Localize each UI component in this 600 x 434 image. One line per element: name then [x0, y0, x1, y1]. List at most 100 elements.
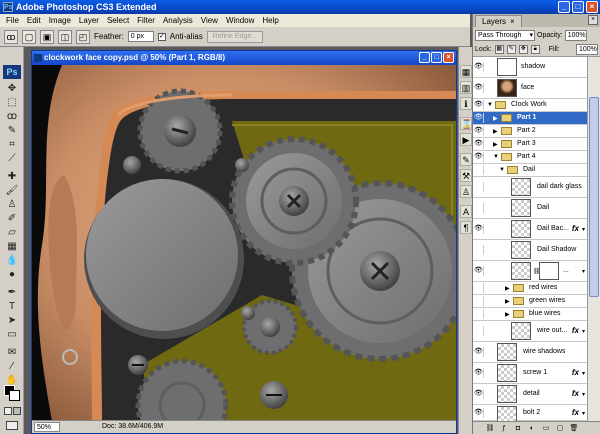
layers-scrollbar[interactable]: [587, 57, 600, 421]
character-palette-icon[interactable]: A: [460, 205, 472, 218]
visibility-eye-icon[interactable]: 👁: [474, 100, 484, 110]
menu-window[interactable]: Window: [222, 16, 258, 25]
layer-group-row[interactable]: 👁 ▼ Part 4: [473, 151, 587, 164]
eyedropper-tool-icon[interactable]: ⁄: [5, 361, 19, 373]
history-brush-tool-icon[interactable]: ✐: [5, 213, 19, 225]
layer-mask-thumbnail[interactable]: [539, 262, 559, 280]
visibility-eye-empty[interactable]: [474, 296, 484, 306]
expand-arrow-icon[interactable]: ▼: [493, 154, 499, 160]
layer-effects-icon[interactable]: fx: [572, 368, 579, 377]
menu-file[interactable]: File: [2, 16, 23, 25]
menu-layer[interactable]: Layer: [75, 16, 103, 25]
layer-style-icon[interactable]: ƒ: [499, 424, 509, 433]
fill-input[interactable]: 100%: [576, 44, 598, 55]
visibility-eye-empty[interactable]: [474, 326, 484, 336]
visibility-eye-empty[interactable]: [474, 283, 484, 293]
blend-mode-select[interactable]: Pass Through: [475, 29, 535, 41]
paragraph-palette-icon[interactable]: ¶: [460, 221, 472, 234]
background-color-swatch[interactable]: [9, 390, 20, 401]
history-palette-icon[interactable]: ⌛: [460, 117, 472, 130]
type-tool-icon[interactable]: T: [5, 301, 19, 313]
visibility-eye-icon[interactable]: 👁: [474, 62, 484, 72]
visibility-eye-icon[interactable]: 👁: [474, 347, 484, 357]
effects-toggle-arrow-icon[interactable]: ▾: [582, 268, 585, 275]
lock-transparency-icon[interactable]: ▦: [494, 45, 504, 54]
clone-source-palette-icon[interactable]: ♙: [460, 185, 472, 198]
layer-group-row[interactable]: ▶ blue wires: [473, 308, 587, 321]
add-to-selection-icon[interactable]: ▣: [40, 29, 54, 44]
layer-row[interactable]: 👁 shadow: [473, 57, 587, 78]
layer-row[interactable]: 👁 Dail Bac... fx ▾: [473, 219, 587, 240]
visibility-eye-empty[interactable]: [474, 203, 484, 213]
visibility-eye-icon[interactable]: 👁: [474, 126, 484, 136]
image-canvas[interactable]: [32, 65, 456, 421]
layer-row[interactable]: Dail: [473, 198, 587, 219]
visibility-eye-icon[interactable]: 👁: [474, 408, 484, 418]
quick-selection-tool-icon[interactable]: ✎: [5, 125, 19, 137]
quick-mask-mode-icon[interactable]: [13, 407, 21, 415]
menu-select[interactable]: Select: [103, 16, 133, 25]
menu-filter[interactable]: Filter: [133, 16, 159, 25]
document-minimize-button[interactable]: _: [419, 52, 430, 63]
layer-list[interactable]: 👁 shadow 👁 face 👁 ▼ Clock Work 👁 ▶ Part …: [473, 57, 587, 421]
effects-toggle-arrow-icon[interactable]: ▾: [582, 370, 585, 377]
zoom-level-field[interactable]: 50%: [34, 422, 60, 432]
menu-analysis[interactable]: Analysis: [159, 16, 197, 25]
menu-view[interactable]: View: [197, 16, 222, 25]
adjustment-layer-icon[interactable]: ◐: [527, 424, 537, 433]
menu-edit[interactable]: Edit: [23, 16, 45, 25]
minimize-button[interactable]: _: [558, 1, 570, 13]
delete-layer-icon[interactable]: 🗑: [569, 424, 579, 433]
subtract-from-selection-icon[interactable]: ◫: [58, 29, 72, 44]
tab-close-icon[interactable]: ×: [510, 17, 515, 26]
layer-row[interactable]: 👁 bolt 2 fx ▾: [473, 405, 587, 421]
layer-row[interactable]: 👁 face: [473, 78, 587, 99]
layer-group-row[interactable]: ▼ Dail: [473, 164, 587, 177]
lasso-tool-preset-icon[interactable]: ꝏ: [4, 29, 18, 44]
document-size-readout[interactable]: Doc: 38.6M/406.9M: [62, 421, 163, 433]
layer-row[interactable]: dail dark glass: [473, 177, 587, 198]
collapse-arrow-icon[interactable]: ▶: [493, 128, 498, 135]
layer-group-row[interactable]: 👁 ▼ Clock Work: [473, 99, 587, 112]
layer-group-row[interactable]: ▶ green wires: [473, 295, 587, 308]
document-close-button[interactable]: ×: [443, 52, 454, 63]
effects-toggle-arrow-icon[interactable]: ▾: [582, 410, 585, 417]
lock-all-icon[interactable]: 🔒︎: [530, 45, 540, 54]
layer-row[interactable]: wire out... fx ▾: [473, 321, 587, 342]
screen-mode-icon[interactable]: [6, 421, 18, 430]
pen-tool-icon[interactable]: ✒: [5, 287, 19, 299]
layers-scrollbar-thumb[interactable]: [589, 97, 599, 297]
new-group-icon[interactable]: ▭: [541, 424, 551, 433]
collapse-arrow-icon[interactable]: ▶: [505, 298, 510, 305]
visibility-eye-empty[interactable]: [474, 309, 484, 319]
path-selection-tool-icon[interactable]: ➤: [5, 315, 19, 327]
visibility-eye-empty[interactable]: [474, 182, 484, 192]
eraser-tool-icon[interactable]: ▱: [5, 227, 19, 239]
visibility-eye-icon[interactable]: 👁: [474, 152, 484, 162]
visibility-eye-icon[interactable]: 👁: [474, 266, 484, 276]
layer-group-row-selected[interactable]: 👁 ▶ Part 1: [473, 112, 587, 125]
tool-presets-palette-icon[interactable]: ⚒: [460, 169, 472, 182]
navigator-palette-icon[interactable]: ▦: [460, 65, 472, 78]
brush-tool-icon[interactable]: 🖌: [5, 185, 19, 197]
gradient-tool-icon[interactable]: ▦: [5, 241, 19, 253]
shape-tool-icon[interactable]: ▭: [5, 329, 19, 341]
collapse-arrow-icon[interactable]: ▶: [493, 141, 498, 148]
panel-close-button[interactable]: ×: [588, 15, 598, 25]
layer-row[interactable]: Dail Shadow: [473, 240, 587, 261]
collapse-arrow-icon[interactable]: ▶: [505, 311, 510, 318]
marquee-tool-icon[interactable]: ⬚: [5, 97, 19, 109]
lock-position-icon[interactable]: ✥: [518, 45, 528, 54]
lasso-tool-icon[interactable]: ꝏ: [5, 111, 19, 123]
visibility-eye-icon[interactable]: 👁: [474, 113, 484, 123]
visibility-eye-icon[interactable]: 👁: [474, 83, 484, 93]
layer-effects-icon[interactable]: fx: [572, 389, 579, 398]
visibility-eye-icon[interactable]: 👁: [474, 224, 484, 234]
layer-group-row[interactable]: ▶ red wires: [473, 282, 587, 295]
layer-row[interactable]: 👁 screw 1 fx ▾: [473, 363, 587, 384]
brushes-palette-icon[interactable]: ✎: [460, 153, 472, 166]
blur-tool-icon[interactable]: 💧: [5, 255, 19, 267]
layer-effects-icon[interactable]: fx: [572, 224, 579, 233]
layer-row-masked[interactable]: 👁 ⛓ ... ▾: [473, 261, 587, 282]
visibility-eye-icon[interactable]: 👁: [474, 368, 484, 378]
